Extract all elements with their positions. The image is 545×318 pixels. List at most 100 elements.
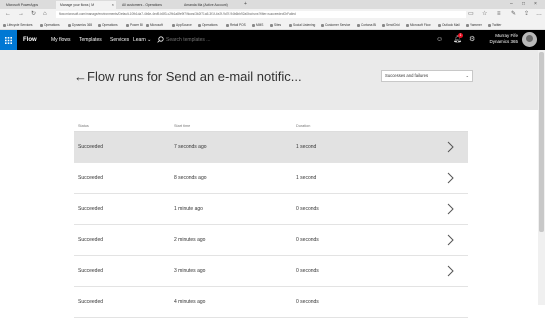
chevron-right-icon[interactable] — [446, 172, 454, 184]
smiley-feedback-icon[interactable]: ☺ — [436, 30, 443, 50]
favorite-link[interactable]: Outlook Mail — [438, 20, 460, 30]
favorite-link[interactable]: Operations — [98, 20, 118, 30]
refresh-icon[interactable]: ↻ — [31, 10, 36, 19]
page-title-text: Flow runs for Send an e-mail notific... — [87, 69, 302, 84]
page-scrollbar[interactable] — [538, 50, 545, 305]
table-row[interactable]: Succeeded 1 minute ago 0 seconds — [74, 194, 468, 225]
reading-view-icon[interactable]: ▭ — [468, 10, 474, 19]
favorite-link[interactable]: SendGrid — [382, 20, 399, 30]
tab-title: Microsoft PowerApps — [6, 3, 39, 7]
table-row[interactable]: Succeeded 2 minutes ago 0 seconds — [74, 225, 468, 256]
browser-tab[interactable]: Amanda Ma (Active Account) — [180, 1, 240, 9]
run-duration: 0 seconds — [296, 237, 319, 243]
page-title: ←Flow runs for Send an e-mail notific... — [74, 67, 302, 87]
favorites-bar: Lifecycle Services Operations Dynamics 3… — [0, 20, 545, 30]
nav-templates[interactable]: Templates — [79, 30, 102, 50]
column-header-duration: Duration — [296, 124, 311, 128]
notes-icon[interactable]: ✎ — [511, 10, 516, 19]
table-row[interactable]: Succeeded 4 minutes ago 0 seconds — [74, 287, 468, 318]
run-duration: 1 second — [296, 144, 317, 150]
favorite-link[interactable]: Lifecycle Services — [3, 20, 33, 30]
favorite-link[interactable]: Operations — [198, 20, 218, 30]
favorite-link[interactable]: Dynamics 365 — [68, 20, 92, 30]
hub-icon[interactable]: ≡ — [497, 10, 501, 19]
share-icon[interactable]: ⇪ — [524, 10, 529, 19]
new-tab-icon[interactable]: + — [244, 0, 247, 9]
run-status: Succeeded — [78, 299, 104, 305]
run-filter-dropdown[interactable]: Successes and failures ⌄ — [381, 70, 473, 82]
search-icon[interactable] — [157, 36, 164, 43]
chevron-right-icon[interactable] — [446, 203, 454, 215]
chevron-right-icon[interactable] — [446, 265, 454, 277]
app-launcher-button[interactable] — [0, 30, 17, 50]
close-tab-icon[interactable]: × — [112, 1, 114, 9]
run-status: Succeeded — [78, 268, 104, 274]
scrollbar-thumb[interactable] — [539, 52, 544, 232]
brand-logo[interactable]: Flow — [23, 30, 37, 50]
minimize-icon[interactable]: – — [510, 0, 513, 9]
column-header-start-time: Start time — [174, 124, 191, 128]
browser-tab[interactable]: All customers - Operations — [118, 1, 178, 9]
table-row[interactable]: Succeeded 3 minutes ago 0 seconds — [74, 256, 468, 287]
chevron-right-icon[interactable] — [446, 234, 454, 246]
browser-tab[interactable]: Microsoft PowerApps — [2, 1, 54, 9]
table-header: Status Start time Duration — [74, 122, 468, 132]
settings-gear-icon[interactable]: ⚙ — [469, 30, 475, 50]
run-duration: 0 seconds — [296, 206, 319, 212]
nav-services[interactable]: Services — [110, 30, 129, 50]
run-status: Succeeded — [78, 175, 104, 181]
chevron-right-icon[interactable] — [446, 141, 454, 153]
favorite-link[interactable]: Twitter — [488, 20, 501, 30]
favorite-link[interactable]: Sites — [270, 20, 281, 30]
nav-my-flows[interactable]: My flows — [51, 30, 70, 50]
avatar[interactable] — [522, 32, 537, 47]
chevron-down-icon: ⌄ — [465, 73, 469, 78]
run-start-time: 3 minutes ago — [174, 268, 206, 274]
run-status: Succeeded — [78, 237, 104, 243]
address-bar: ← → ↻ ⌂ flow.microsoft.com/manage/enviro… — [0, 9, 545, 20]
favorite-link[interactable]: Power BI — [126, 20, 143, 30]
home-icon[interactable]: ⌂ — [43, 10, 47, 19]
nav-learn[interactable]: Learn ⌄ — [133, 30, 151, 50]
favorite-link[interactable]: AppSource — [172, 20, 192, 30]
browser-tab-active[interactable]: Manage your flows | M × — [56, 1, 116, 9]
favorite-link[interactable]: Operations — [40, 20, 60, 30]
favorite-link[interactable]: MMS — [252, 20, 263, 30]
user-info[interactable]: Murray Fife Dynamics 365 — [478, 33, 518, 45]
maximize-icon[interactable]: □ — [522, 0, 525, 9]
tab-title: Manage your flows | M — [60, 3, 95, 7]
favorite-link[interactable]: Cortana BI — [357, 20, 376, 30]
run-start-time: 8 seconds ago — [174, 175, 207, 181]
url-field[interactable]: flow.microsoft.com/manage/environments/D… — [56, 11, 466, 18]
user-org: Dynamics 365 — [489, 39, 518, 44]
run-start-time: 4 minutes ago — [174, 299, 206, 305]
table-row[interactable]: Succeeded 8 seconds ago 1 second — [74, 163, 468, 194]
run-start-time: 1 minute ago — [174, 206, 203, 212]
page-header: ←Flow runs for Send an e-mail notific...… — [0, 50, 545, 110]
notification-badge: 1 — [458, 33, 463, 38]
close-window-icon[interactable]: × — [534, 0, 537, 9]
favorite-link[interactable]: Microsoft Flow — [406, 20, 431, 30]
run-start-time: 7 seconds ago — [174, 144, 207, 150]
waffle-icon — [5, 36, 12, 44]
app-header: Flow My flows Templates Services Learn ⌄… — [0, 30, 545, 50]
tab-title: All customers - Operations — [122, 3, 162, 7]
back-arrow-icon[interactable]: ← — [74, 69, 87, 84]
filter-value: Successes and failures — [385, 73, 429, 78]
run-duration: 1 second — [296, 175, 317, 181]
back-icon[interactable]: ← — [5, 10, 11, 19]
favorite-link[interactable]: Yammer — [466, 20, 482, 30]
search-input[interactable] — [166, 35, 256, 45]
favorite-link[interactable]: Customer Service — [321, 20, 350, 30]
favorite-link[interactable]: Social Listening — [289, 20, 315, 30]
run-status: Succeeded — [78, 206, 104, 212]
favorite-link[interactable]: Microsoft — [146, 20, 163, 30]
run-status: Succeeded — [78, 144, 104, 150]
run-start-time: 2 minutes ago — [174, 237, 206, 243]
table-row[interactable]: Succeeded 7 seconds ago 1 second — [74, 132, 468, 163]
favorite-link[interactable]: Retail POS — [226, 20, 246, 30]
forward-icon[interactable]: → — [18, 10, 24, 19]
favorite-star-icon[interactable]: ☆ — [482, 10, 487, 19]
run-duration: 0 seconds — [296, 268, 319, 274]
more-icon[interactable]: … — [536, 10, 542, 19]
